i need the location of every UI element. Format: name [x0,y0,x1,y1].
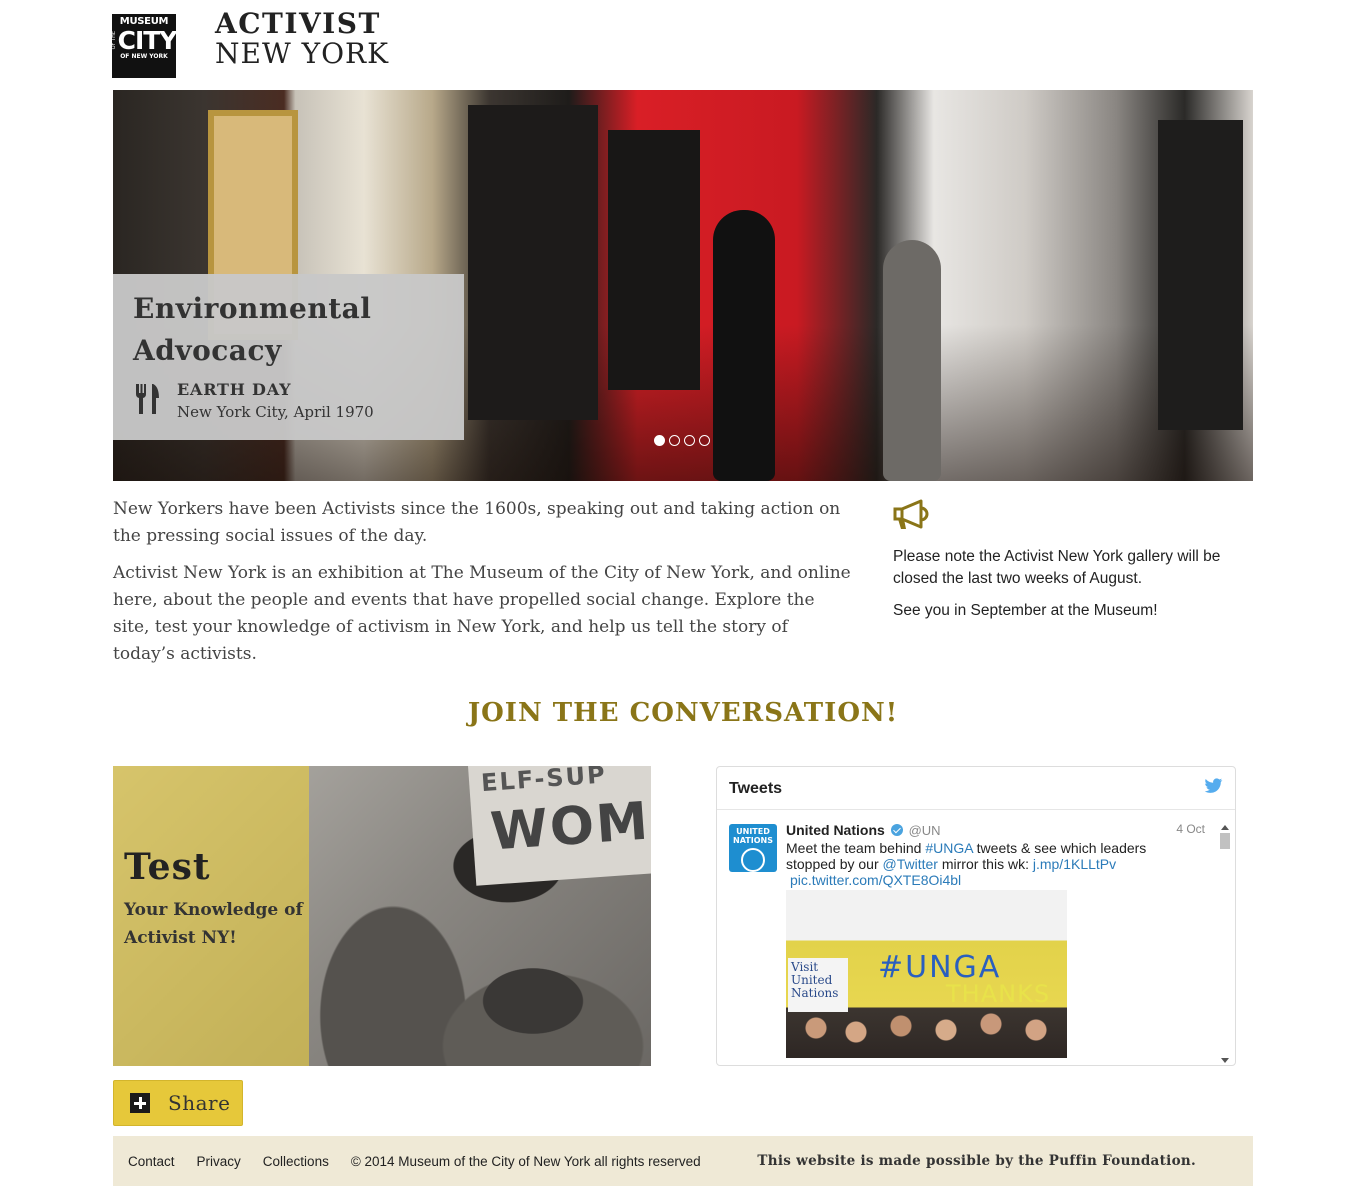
un-emblem-icon [741,848,765,872]
tweet[interactable]: UNITED NATIONS United Nations @UN 4 Oct … [717,810,1235,1065]
tweet-media-image[interactable]: Visit United Nations #UNGA THANKS [786,890,1067,1058]
scroll-down-icon[interactable] [1221,1058,1229,1063]
media-crowd [786,1010,1067,1058]
footer: Contact Privacy Collections © 2014 Museu… [113,1136,1253,1186]
share-button[interactable]: Share [113,1080,243,1126]
scrollbar-thumb[interactable] [1220,833,1230,849]
quiz-sign-text: WOM [488,791,651,863]
tweet-mention-link[interactable]: @Twitter [883,856,938,872]
tweet-author[interactable]: United Nations [786,822,885,838]
tweet-author-line: United Nations @UN [786,822,1223,838]
fork-knife-icon [135,384,159,414]
logo-of-the: OF THE [110,31,117,50]
footer-copyright: © 2014 Museum of the City of New York al… [350,1153,701,1169]
quiz-card[interactable]: ELF-SUP WOM Test Your Knowledge of Activ… [113,766,651,1066]
tweet-date[interactable]: 4 Oct [1176,822,1205,836]
museum-logo[interactable]: MUSEUM OF THE CITY OF NEW YORK [110,14,178,78]
site-title-line1: ACTIVIST [215,7,381,40]
logo-line3: OF NEW YORK [120,53,168,60]
tweet-text: Meet the team behind #UNGA tweets & see … [786,840,1166,888]
gallery-notice: Please note the Activist New York galler… [893,498,1258,622]
hero-visitor [883,240,941,481]
footer-link-collections[interactable]: Collections [263,1154,329,1169]
slider-dot[interactable] [669,435,680,446]
logo-line2: OF THE CITY [110,26,178,55]
hero-exhibit-panel [608,130,700,390]
megaphone-icon [893,499,929,529]
share-label: Share [168,1091,231,1115]
slider-dot[interactable] [654,435,665,446]
footer-sponsor: This website is made possible by the Puf… [757,1153,1196,1169]
tweet-handle[interactable]: @UN [909,823,941,838]
hero-headline: Environmental Advocacy [133,292,372,367]
tweet-text-part: Meet the team behind [786,840,926,856]
hero-caption[interactable]: Environmental Advocacy EARTH DAY New Yor… [113,274,464,440]
hero-visitor [713,210,775,481]
tweet-pic-link[interactable]: pic.twitter.com/QXTE8Oi4bl [790,872,1166,888]
slider-pagination [654,435,710,446]
verified-icon [890,824,903,836]
plus-icon [130,1093,150,1113]
tweets-heading[interactable]: Tweets [729,780,782,797]
notice-line: Please note the Activist New York galler… [893,548,1221,587]
tweet-url-link[interactable]: j.mp/1KLLtPv [1033,856,1116,872]
intro-paragraph: Activist New York is an exhibition at Th… [113,563,851,664]
hero-slider[interactable]: Environmental Advocacy EARTH DAY New Yor… [113,90,1253,481]
logo-city: CITY [117,26,178,55]
footer-link-contact[interactable]: Contact [128,1154,175,1169]
twitter-timeline-header: Tweets [717,767,1235,810]
quiz-sign-top: ELF-SUP [480,766,608,798]
scroll-up-icon[interactable] [1221,825,1229,830]
tweet-avatar[interactable]: UNITED NATIONS [729,824,777,872]
avatar-text: UNITED NATIONS [733,827,773,845]
tweet-hashtag-link[interactable]: #UNGA [925,840,972,856]
hero-event-name: EARTH DAY [177,380,292,399]
intro-paragraph: New Yorkers have been Activists since th… [113,499,841,546]
hero-event: EARTH DAY New York City, April 1970 [133,380,444,421]
hero-event-place: New York City, April 1970 [177,403,374,421]
slider-dot[interactable] [699,435,710,446]
footer-link-privacy[interactable]: Privacy [197,1154,241,1169]
media-thanks: THANKS [946,980,1051,1008]
quiz-subtitle: Your Knowledge of Activist NY! [124,900,303,948]
quiz-protest-sign: ELF-SUP WOM [468,766,651,886]
notice-line: See you in September at the Museum! [893,602,1158,619]
site-title[interactable]: ACTIVIST NEW YORK [215,10,389,68]
twitter-bird-icon[interactable] [1204,778,1223,794]
hero-exhibit-panel [1158,120,1243,430]
tweet-text-part: mirror this wk: [937,856,1033,872]
intro-text: New Yorkers have been Activists since th… [113,496,853,668]
quiz-title: Test [124,846,211,888]
slider-dot[interactable] [684,435,695,446]
tweets-scrollbar[interactable] [1219,825,1231,1065]
hero-exhibit-panel [468,105,598,420]
site-title-line2: NEW YORK [215,37,390,70]
join-conversation-heading: JOIN THE CONVERSATION! [467,698,899,728]
media-poster: Visit United Nations [788,958,848,1012]
twitter-timeline[interactable]: Tweets UNITED NATIONS United Nations @UN… [716,766,1236,1066]
